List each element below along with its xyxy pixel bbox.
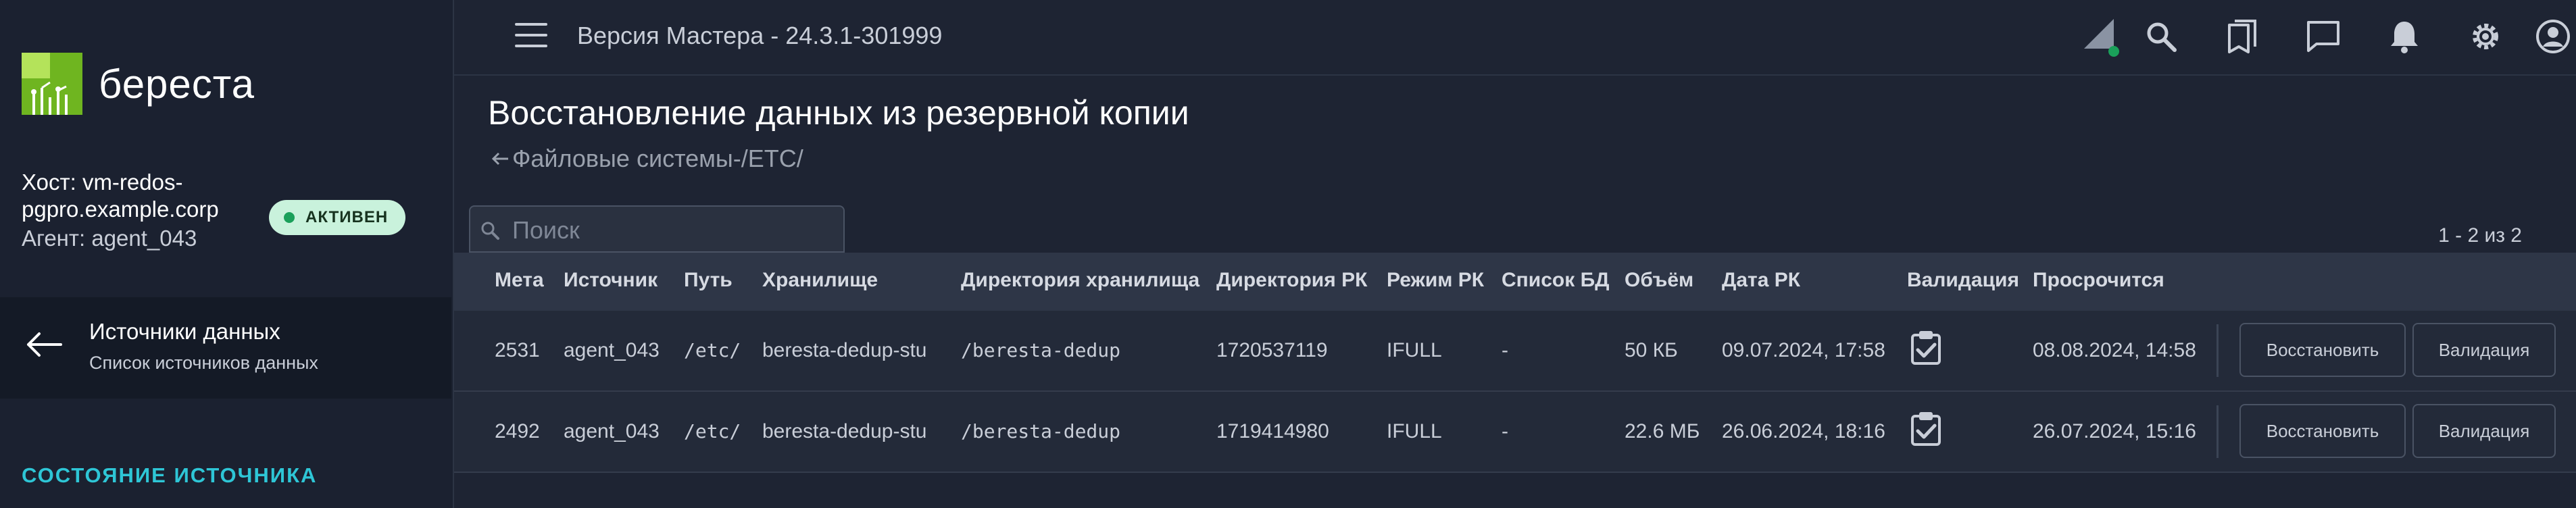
- cell-db-list: -: [1502, 420, 1508, 442]
- restore-button[interactable]: Восстановить: [2239, 404, 2406, 458]
- pagination-label: 1 - 2 из 2: [2438, 224, 2522, 247]
- col-db-list[interactable]: Список БД: [1502, 269, 1610, 292]
- cell-date: 09.07.2024, 17:58: [1722, 339, 1885, 361]
- cell-size: 22.6 МБ: [1625, 420, 1700, 442]
- col-expires[interactable]: Просрочится: [2033, 269, 2164, 292]
- cell-storage: beresta-dedup-stu: [762, 420, 927, 442]
- search-input[interactable]: [511, 213, 838, 247]
- cell-meta: 2492: [495, 420, 540, 442]
- cell-backup-dir: 1719414980: [1216, 420, 1329, 442]
- signal-icon[interactable]: [2080, 15, 2123, 58]
- col-storage-dir[interactable]: Директория хранилища: [961, 269, 1199, 292]
- gear-icon[interactable]: [2464, 15, 2507, 58]
- breadcrumb-leaf: /ETC/: [741, 145, 803, 172]
- page-title: Восстановление данных из резервной копии: [488, 94, 1189, 132]
- chat-icon[interactable]: [2302, 15, 2345, 58]
- table-row[interactable]: 2531 agent_043 /etc/ beresta-dedup-stu /…: [454, 311, 2576, 392]
- search-icon: [481, 222, 499, 240]
- restore-button[interactable]: Восстановить: [2239, 323, 2406, 377]
- cell-source: agent_043: [564, 339, 660, 361]
- nav-title: Источники данных: [89, 319, 280, 344]
- logo[interactable]: береста: [22, 53, 255, 115]
- cell-mode: IFULL: [1387, 420, 1442, 442]
- cell-storage: beresta-dedup-stu: [762, 339, 927, 361]
- sidebar-item-data-sources[interactable]: Источники данных Список источников данны…: [0, 297, 451, 399]
- backups-table: Мета Источник Путь Хранилище Директория …: [454, 253, 2576, 473]
- clipboard-check-icon[interactable]: [1908, 411, 1943, 446]
- col-source[interactable]: Источник: [564, 269, 658, 292]
- cell-path: /etc/: [684, 339, 741, 361]
- cell-size: 50 КБ: [1625, 339, 1678, 361]
- col-mode[interactable]: Режим РК: [1387, 269, 1484, 292]
- account-icon[interactable]: [2531, 15, 2575, 58]
- cell-source: agent_043: [564, 420, 660, 442]
- top-bar: Версия Мастера - 24.3.1-301999: [454, 0, 2576, 76]
- status-dot-icon: [284, 212, 295, 223]
- breadcrumb-root[interactable]: Файловые системы: [512, 145, 733, 173]
- table-header: Мета Источник Путь Хранилище Директория …: [454, 253, 2576, 311]
- col-validation[interactable]: Валидация: [1907, 269, 2019, 292]
- col-storage[interactable]: Хранилище: [762, 269, 878, 292]
- menu-icon[interactable]: [515, 23, 547, 49]
- cell-expires: 08.08.2024, 14:58: [2033, 339, 2196, 361]
- cell-expires: 26.07.2024, 15:16: [2033, 420, 2196, 442]
- clipboard-check-icon[interactable]: [1908, 330, 1943, 365]
- col-meta[interactable]: Мета: [495, 269, 544, 292]
- status-badge: АКТИВЕН: [269, 200, 406, 235]
- section-title[interactable]: СОСТОЯНИЕ ИСТОЧНИКА: [22, 463, 317, 488]
- nav-subtitle: Список источников данных: [89, 353, 318, 373]
- breadcrumb: Файловые системы - /ETC/: [491, 145, 803, 173]
- validate-button[interactable]: Валидация: [2412, 323, 2556, 377]
- host-label: Хост: vm-redos-pgpro.example.corp: [22, 170, 219, 222]
- validate-button[interactable]: Валидация: [2412, 404, 2556, 458]
- master-version: Версия Мастера - 24.3.1-301999: [577, 22, 943, 49]
- breadcrumb-separator: -: [733, 145, 741, 172]
- cell-path: /etc/: [684, 420, 741, 442]
- search-icon[interactable]: [2139, 15, 2183, 58]
- cell-db-list: -: [1502, 339, 1508, 361]
- bookmarks-icon[interactable]: [2221, 15, 2264, 58]
- cell-backup-dir: 1720537119: [1216, 339, 1328, 361]
- bell-icon[interactable]: [2383, 15, 2426, 58]
- col-backup-dir[interactable]: Директория РК: [1216, 269, 1367, 292]
- col-size[interactable]: Объём: [1625, 269, 1693, 292]
- logo-text: береста: [99, 61, 255, 107]
- cell-mode: IFULL: [1387, 339, 1442, 361]
- col-date[interactable]: Дата РК: [1722, 269, 1800, 292]
- back-arrow-icon[interactable]: [24, 331, 62, 358]
- beresta-logo-icon: [22, 53, 82, 115]
- breadcrumb-back-icon[interactable]: [491, 151, 510, 167]
- sidebar: береста Хост: vm-redos-pgpro.example.cor…: [0, 0, 454, 508]
- row-divider: [2216, 405, 2219, 458]
- cell-storage-dir: /beresta-dedup: [961, 420, 1121, 442]
- cell-meta: 2531: [495, 339, 540, 361]
- cell-date: 26.06.2024, 18:16: [1722, 420, 1885, 442]
- search-field[interactable]: [469, 205, 845, 253]
- table-row[interactable]: 2492 agent_043 /etc/ beresta-dedup-stu /…: [454, 392, 2576, 473]
- status-badge-label: АКТИВЕН: [305, 208, 389, 226]
- row-divider: [2216, 324, 2219, 377]
- col-path[interactable]: Путь: [684, 269, 733, 292]
- cell-storage-dir: /beresta-dedup: [961, 339, 1121, 361]
- agent-label: Агент: agent_043: [22, 226, 197, 251]
